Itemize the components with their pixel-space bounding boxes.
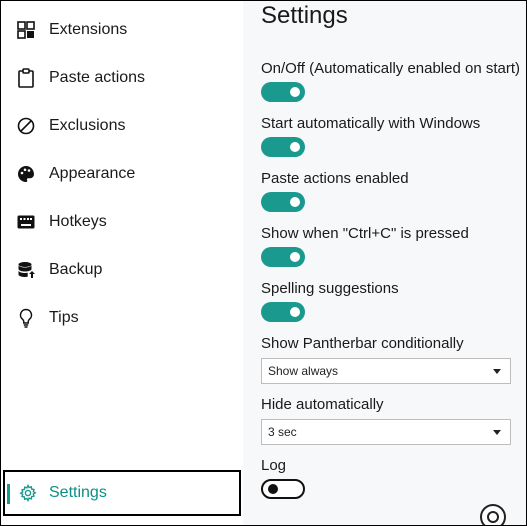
window-border	[0, 0, 527, 526]
